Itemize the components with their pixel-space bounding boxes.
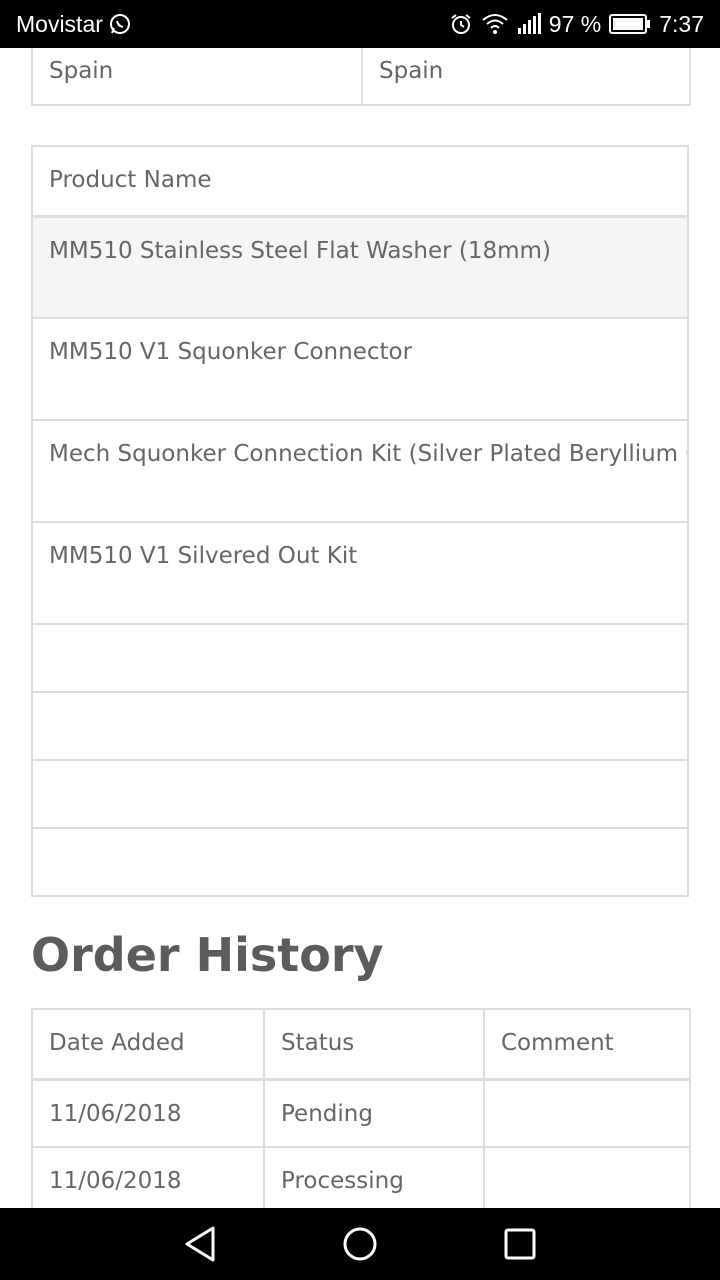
table-row: 11/06/2018 Processing [31,1146,691,1208]
payment-country-cell: Spain [31,48,363,106]
empty-table-row [31,827,689,897]
order-history-table: Date Added Status Comment 11/06/2018 Pen… [31,1008,691,1208]
product-name-cell[interactable]: MM510 V1 Silvered Out Kit [31,521,689,625]
home-icon [343,1227,377,1261]
order-history-title: Order History [31,928,384,982]
table-row: 11/06/2018 Pending [31,1078,691,1148]
comment-cell [483,1078,691,1148]
recents-button[interactable] [490,1214,550,1274]
date-cell: 11/06/2018 [31,1146,265,1208]
shipping-country-cell: Spain [361,48,691,106]
date-cell: 11/06/2018 [31,1078,265,1148]
comment-cell [483,1146,691,1208]
status-bar: Movistar 97 % 7:37 [0,0,720,48]
clock: 7:37 [659,10,704,37]
empty-cell [31,827,689,897]
comment-header: Comment [483,1008,691,1081]
product-name-header: Product Name [31,145,689,218]
alarm-icon [449,12,473,36]
navigation-bar [0,1208,720,1280]
carrier-name: Movistar [16,10,103,37]
home-button[interactable] [330,1214,390,1274]
products-table: Product Name MM510 Stainless Steel Flat … [31,145,689,897]
whatsapp-icon [109,13,131,35]
status-left: Movistar [16,11,131,38]
empty-cell [31,691,689,761]
product-name-cell[interactable]: MM510 V1 Squonker Connector [31,317,689,421]
address-table: Spain Spain [31,48,691,106]
recents-icon [504,1228,536,1260]
wifi-icon [481,13,509,35]
status-header: Status [263,1008,485,1081]
back-icon [185,1226,215,1262]
table-header-row: Date Added Status Comment [31,1008,691,1081]
product-name-cell[interactable]: Mech Squonker Connection Kit (Silver Pla… [31,419,689,523]
empty-table-row [31,623,689,693]
table-header-row: Product Name [31,145,689,218]
status-right: 97 % 7:37 [449,11,704,38]
empty-cell [31,759,689,829]
date-added-header: Date Added [31,1008,265,1081]
empty-table-row [31,691,689,761]
signal-icon [517,13,541,35]
table-row: Mech Squonker Connection Kit (Silver Pla… [31,419,689,523]
table-row: MM510 V1 Squonker Connector [31,317,689,421]
battery-icon [609,14,651,34]
table-row: MM510 Stainless Steel Flat Washer (18mm) [31,215,689,319]
empty-table-row [31,759,689,829]
product-name-cell[interactable]: MM510 Stainless Steel Flat Washer (18mm) [31,215,689,319]
status-cell: Processing [263,1146,485,1208]
table-row: Spain Spain [31,48,691,106]
status-cell: Pending [263,1078,485,1148]
table-row: MM510 V1 Silvered Out Kit [31,521,689,625]
empty-cell [31,623,689,693]
back-button[interactable] [170,1214,230,1274]
battery-percent: 97 % [548,10,602,37]
page-content: Spain Spain Product Name MM510 Stainless… [0,48,720,1208]
